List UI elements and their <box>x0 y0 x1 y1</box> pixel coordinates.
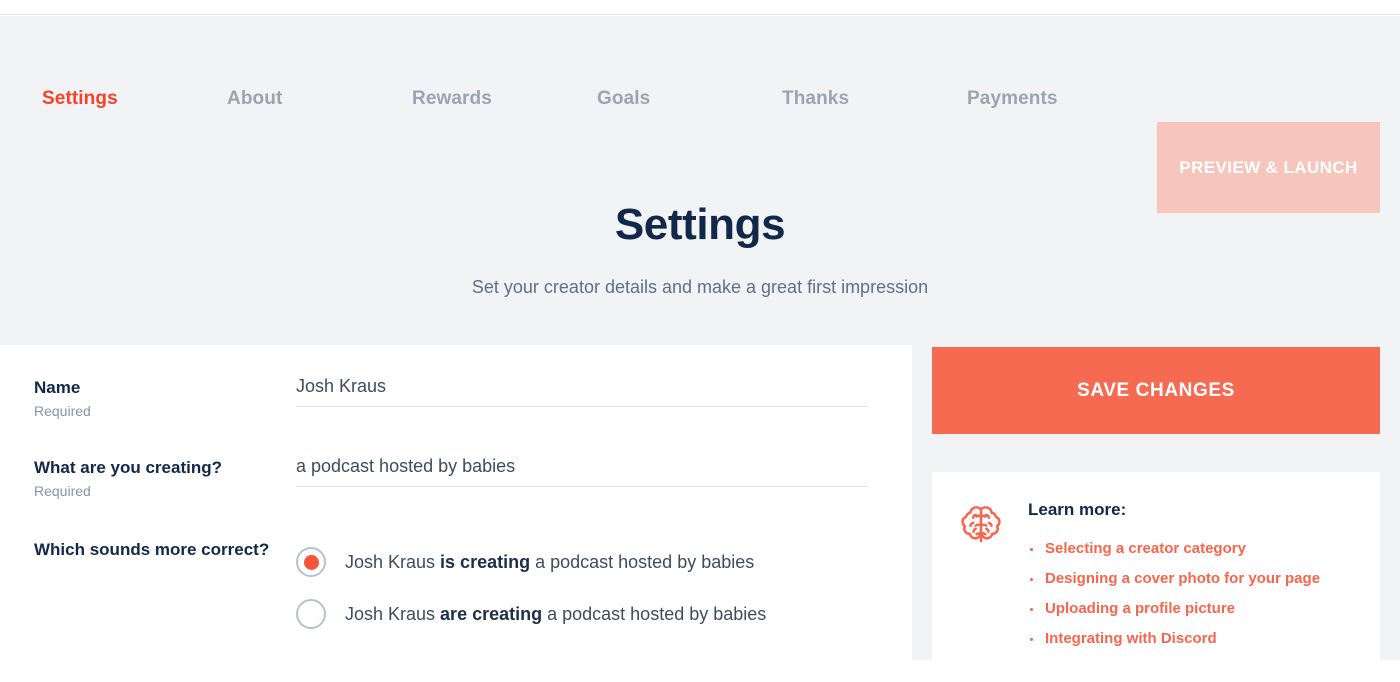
page-title: Settings <box>614 200 786 249</box>
settings-sidebar: SAVE CHANGES Learn more: Selecting a cre… <box>932 347 1380 682</box>
name-required-note: Required <box>34 403 91 419</box>
sounds-radio-group: Josh Kraus is creating a podcast hosted … <box>296 536 766 640</box>
save-changes-button[interactable]: SAVE CHANGES <box>932 347 1380 434</box>
nav-item-payments[interactable]: Payments <box>967 88 1152 110</box>
learn-more-links: Selecting a creator category Designing a… <box>1028 534 1354 654</box>
radio-emphasis-1: are creating <box>440 603 543 624</box>
page-subtitle: Set your creator details and make a grea… <box>471 277 929 297</box>
learn-link-designing-cover-photo[interactable]: Designing a cover photo for your page <box>1028 564 1354 594</box>
learn-more-card: Learn more: Selecting a creator category… <box>932 472 1380 682</box>
settings-form-panel: Name Required What are you creating? Req… <box>0 345 912 660</box>
browser-top-strip <box>0 0 1400 15</box>
learn-more-body: Learn more: Selecting a creator category… <box>1028 500 1354 654</box>
creating-label: What are you creating? <box>34 458 222 477</box>
radio-icon-selected[interactable] <box>296 547 326 577</box>
radio-icon-unselected[interactable] <box>296 599 326 629</box>
nav-item-thanks[interactable]: Thanks <box>782 88 967 110</box>
learn-link-uploading-profile-picture[interactable]: Uploading a profile picture <box>1028 594 1354 624</box>
radio-suffix-1: a podcast hosted by babies <box>542 603 767 624</box>
brain-icon <box>958 502 1004 548</box>
radio-suffix-0: a podcast hosted by babies <box>530 551 755 572</box>
sounds-label: Which sounds more correct? <box>34 540 270 559</box>
radio-option-is-creating[interactable]: Josh Kraus is creating a podcast hosted … <box>296 536 766 588</box>
learn-link-integrating-with-discord[interactable]: Integrating with Discord <box>1028 624 1354 654</box>
learn-more-title: Learn more: <box>1028 500 1127 519</box>
creating-label-group: What are you creating? Required <box>34 456 284 502</box>
nav-items: Settings About Rewards Goals Thanks Paym… <box>42 53 1152 144</box>
sounds-label-group: Which sounds more correct? <box>34 538 284 561</box>
name-label-group: Name Required <box>34 376 284 422</box>
nav-item-about[interactable]: About <box>227 88 412 110</box>
creating-required-note: Required <box>34 483 91 499</box>
radio-label-are-creating: Josh Kraus are creating a podcast hosted… <box>345 604 766 625</box>
nav-item-settings[interactable]: Settings <box>42 88 227 110</box>
radio-prefix-1: Josh Kraus <box>345 603 441 624</box>
name-label: Name <box>34 378 81 397</box>
primary-nav: Settings About Rewards Goals Thanks Paym… <box>0 53 1400 213</box>
radio-prefix-0: Josh Kraus <box>345 551 441 572</box>
radio-option-are-creating[interactable]: Josh Kraus are creating a podcast hosted… <box>296 588 766 640</box>
nav-item-rewards[interactable]: Rewards <box>412 88 597 110</box>
nav-item-goals[interactable]: Goals <box>597 88 782 110</box>
radio-label-is-creating: Josh Kraus is creating a podcast hosted … <box>345 552 754 573</box>
learn-link-selecting-creator-category[interactable]: Selecting a creator category <box>1028 534 1354 564</box>
creating-input[interactable] <box>296 456 868 487</box>
settings-page: Settings About Rewards Goals Thanks Paym… <box>0 0 1400 682</box>
radio-emphasis-0: is creating <box>440 551 531 572</box>
name-input[interactable] <box>296 376 868 407</box>
